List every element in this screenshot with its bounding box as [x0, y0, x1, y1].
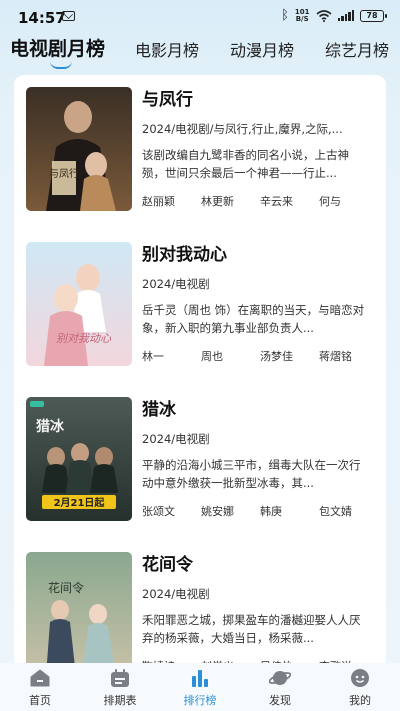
bottom-nav: 首页 排期表 排行榜 发现 我的: [0, 663, 400, 711]
cast-name: 蒋熠铭: [319, 350, 352, 363]
item-cast: 赵丽颖 林更新 辛云来 何与: [142, 193, 378, 209]
cast-name: 林更新: [201, 195, 234, 208]
category-tabs: 电视剧月榜 电影月榜 动漫月榜 综艺月榜: [0, 34, 400, 74]
item-title[interactable]: 与凤行: [142, 85, 193, 110]
poster-title-text: 猎冰: [36, 418, 65, 435]
cast-name: 周也: [201, 350, 223, 363]
calendar-icon: [111, 669, 129, 687]
cast-name: 姚安娜: [201, 505, 234, 518]
nav-discover[interactable]: 发现: [240, 663, 320, 711]
poster-image[interactable]: 花间令: [26, 552, 132, 675]
poster-title-text: 别对我动心: [56, 332, 112, 345]
cast-name: 韩庚: [260, 505, 282, 518]
item-meta: 2024/电视剧: [142, 432, 210, 446]
status-bar: 14:57 ᛒ 101 B/S 78: [0, 0, 400, 34]
cast-name: 赵丽颖: [142, 195, 175, 208]
cast-name: 何与: [319, 195, 341, 208]
cast-name: 林一: [142, 350, 164, 363]
poster-date-text: 2月21日起: [54, 496, 106, 509]
profile-icon: [351, 669, 369, 687]
nav-home[interactable]: 首页: [0, 663, 80, 711]
poster-image[interactable]: 与凤行: [26, 87, 132, 211]
item-description: 岳千灵（周也 饰）在离职的当天，与暗恋对象，新入职的第九事业部负责人...: [142, 303, 365, 335]
wifi-icon: [315, 9, 332, 22]
mail-notification-icon: [62, 11, 75, 21]
active-tab-indicator: [50, 61, 72, 69]
item-cast: 张颂文 姚安娜 韩庚 包文婧: [142, 503, 378, 519]
ranking-list: 与凤行 与凤行 2024/电视剧/与凤行,行止,魔界,之际,... 该剧改编自九…: [14, 75, 386, 675]
cast-name: 张颂文: [142, 505, 175, 518]
list-item[interactable]: 猎冰 2月21日起 猎冰 2024/电视剧 平静的沿海小城三平市，缉毒大队在一次…: [14, 385, 386, 525]
signal-icon: [337, 10, 354, 21]
item-meta: 2024/电视剧/与凤行,行止,魔界,之际,...: [142, 122, 343, 136]
item-description: 禾阳罪恶之城，掷果盈车的潘樾迎娶人人厌弃的杨采薇，大婚当日，杨采薇...: [142, 613, 361, 645]
poster-title-text: 与凤行: [49, 167, 79, 180]
item-cast: 林一 周也 汤梦佳 蒋熠铭: [142, 348, 378, 364]
tab-movie-monthly[interactable]: 电影月榜: [135, 37, 199, 61]
item-description: 该剧改编自九鹭非香的同名小说，上古神殒，世间只余最后一个神君——行止...: [142, 148, 349, 180]
list-item[interactable]: 与凤行 与凤行 2024/电视剧/与凤行,行止,魔界,之际,... 该剧改编自九…: [14, 75, 386, 215]
poster-image[interactable]: 别对我动心: [26, 242, 132, 366]
bluetooth-icon: ᛒ: [281, 8, 289, 23]
status-icons: ᛒ 101 B/S 78: [281, 7, 387, 23]
cast-name: 汤梦佳: [260, 350, 293, 363]
nav-profile[interactable]: 我的: [320, 663, 400, 711]
nav-schedule[interactable]: 排期表: [80, 663, 160, 711]
poster-image[interactable]: 猎冰 2月21日起: [26, 397, 132, 521]
poster-title-text: 花间令: [48, 580, 84, 595]
tab-variety-monthly[interactable]: 综艺月榜: [325, 37, 389, 61]
status-time: 14:57: [18, 9, 66, 27]
item-meta: 2024/电视剧: [142, 277, 210, 291]
nav-label: 我的: [349, 694, 371, 707]
nav-label: 排期表: [103, 694, 137, 707]
battery-icon: 78: [360, 9, 387, 22]
item-meta: 2024/电视剧: [142, 587, 210, 601]
planet-icon: [269, 671, 291, 685]
nav-ranking[interactable]: 排行榜: [160, 663, 240, 711]
item-description: 平静的沿海小城三平市，缉毒大队在一次行动中意外缴获一批新型冰毒，其...: [142, 458, 361, 490]
nav-label: 排行榜: [183, 694, 217, 707]
tab-tv-monthly[interactable]: 电视剧月榜: [10, 34, 105, 61]
nav-label: 发现: [269, 694, 291, 707]
item-title[interactable]: 花间令: [142, 550, 193, 575]
cast-name: 包文婧: [319, 505, 352, 518]
cast-name: 辛云来: [260, 195, 293, 208]
list-item[interactable]: 别对我动心 别对我动心 2024/电视剧 岳千灵（周也 饰）在离职的当天，与暗恋…: [14, 230, 386, 370]
item-title[interactable]: 猎冰: [142, 395, 176, 420]
nav-label: 首页: [29, 694, 51, 707]
home-icon: [30, 669, 50, 687]
tab-anime-monthly[interactable]: 动漫月榜: [230, 37, 294, 61]
list-item[interactable]: 花间令 花间令 2024/电视剧 禾阳罪恶之城，掷果盈车的潘樾迎娶人人厌弃的杨采…: [14, 540, 386, 675]
ranking-icon: [192, 670, 208, 687]
item-title[interactable]: 别对我动心: [142, 240, 227, 265]
network-speed: 101 B/S: [294, 7, 310, 23]
